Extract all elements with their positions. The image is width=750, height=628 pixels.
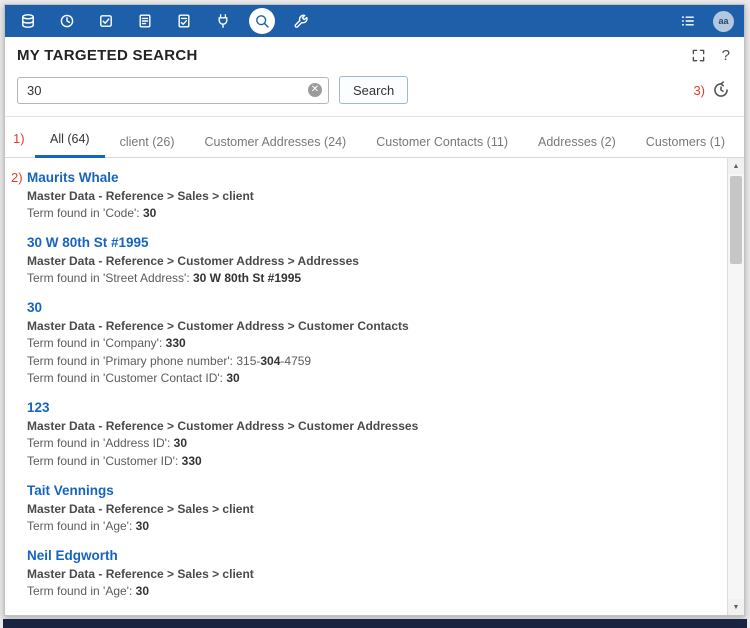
header: MY TARGETED SEARCH ? [5,37,744,70]
bottom-strip [3,619,747,628]
result-title-link[interactable]: Tait Vennings [27,483,114,498]
scroll-up-button[interactable]: ▲ [728,158,744,174]
search-result: Tait Vennings Master Data - Reference > S… [27,482,719,535]
clock-button[interactable] [54,8,80,34]
search-icon [254,13,270,29]
result-match: Term found in 'Street Address': 30 W 80t… [27,270,719,287]
note-check-button[interactable] [171,8,197,34]
wrench-icon [293,13,309,29]
annotation-2: 2) [11,170,23,185]
search-result: Neil Edgworth Master Data - Reference > S… [27,547,719,600]
notes-button[interactable] [132,8,158,34]
result-match: Term found in 'Code': 30 [27,205,719,222]
page-title: MY TARGETED SEARCH [17,47,198,64]
log-list-button[interactable] [675,8,701,34]
search-bar: ✕ Search 3) [5,70,744,117]
result-match: Term found in 'Customer Contact ID': 30 [27,370,719,387]
result-title-link[interactable]: Neil Edgworth [27,548,118,563]
checkbox-button[interactable] [93,8,119,34]
avatar[interactable]: aa [713,11,734,32]
result-path: Master Data - Reference > Customer Addre… [27,418,719,435]
checkbox-icon [98,13,114,29]
result-path: Master Data - Reference > Customer Addre… [27,318,719,335]
help-button[interactable]: ? [722,47,730,64]
search-input[interactable] [17,77,329,104]
scroll-down-button[interactable]: ▼ [728,599,744,615]
list-icon [680,13,696,29]
result-path: Master Data - Reference > Sales > client [27,188,719,205]
result-title-link[interactable]: 30 [27,300,42,315]
result-path: Master Data - Reference > Sales > client [27,566,719,583]
tab-addresses-2[interactable]: Addresses (2) [523,128,631,158]
topbar-right: aa [675,8,734,34]
annotation-1: 1) [13,131,25,146]
scrollbar-thumb[interactable] [730,176,742,264]
notes-icon [137,13,153,29]
scrollbar[interactable]: ▲ ▼ [727,158,744,615]
search-result: 30 W 80th St #1995 Master Data - Referenc… [27,234,719,287]
search-right: 3) [693,81,730,99]
tab-all-64[interactable]: All (64) [35,125,105,158]
annotation-3: 3) [693,83,705,98]
search-result: Sianna AlstonMaster Data - Reference > S… [27,612,719,615]
expand-icon[interactable] [691,48,706,63]
results-list: Maurits Whale Master Data - Reference > S… [5,158,727,615]
wrench-button[interactable] [288,8,314,34]
results-area: 2) Maurits Whale Master Data - Reference … [5,158,744,615]
topbar-icons [15,8,314,34]
plug-icon [215,13,231,29]
result-match: Term found in 'Age': 30 [27,583,719,600]
result-match: Term found in 'Address ID': 30 [27,435,719,452]
search-button[interactable] [249,8,275,34]
result-path: Master Data - Reference > Sales > client [27,501,719,518]
tab-customer-addresses-24[interactable]: Customer Addresses (24) [189,128,361,158]
result-match: Term found in 'Company': 330 [27,335,719,352]
result-match: Term found in 'Primary phone number': 31… [27,353,719,370]
result-title-link[interactable]: 123 [27,400,50,415]
result-title-link[interactable]: Sianna Alston [27,613,117,615]
history-icon [712,81,730,99]
note-check-icon [176,13,192,29]
app-window: aa MY TARGETED SEARCH ? ✕ Search 3) [4,4,745,616]
search-result: 123 Master Data - Reference > Customer Ad… [27,399,719,470]
clear-search-icon[interactable]: ✕ [308,83,322,97]
result-path: Master Data - Reference > Customer Addre… [27,253,719,270]
search-result: 30 Master Data - Reference > Customer Add… [27,299,719,387]
clock-icon [59,13,75,29]
tab-customers-1[interactable]: Customers (1) [631,128,740,158]
search-input-wrap: ✕ [17,77,329,104]
tab-customer-contacts-11[interactable]: Customer Contacts (11) [361,128,523,158]
search-history-button[interactable] [712,81,730,99]
search-button[interactable]: Search [339,76,408,104]
result-tabs: 1) All (64)client (26)Customer Addresses… [5,117,744,158]
database-button[interactable] [15,8,41,34]
result-match: Term found in 'Customer ID': 330 [27,453,719,470]
database-icon [20,13,36,29]
result-match: Term found in 'Age': 30 [27,518,719,535]
topbar: aa [5,5,744,37]
tab-client-26[interactable]: client (26) [105,128,190,158]
result-title-link[interactable]: Maurits Whale [27,170,119,185]
scrollbar-track[interactable] [728,174,744,599]
search-result: Maurits Whale Master Data - Reference > S… [27,169,719,222]
result-title-link[interactable]: 30 W 80th St #1995 [27,235,149,250]
page: aa MY TARGETED SEARCH ? ✕ Search 3) [0,0,750,628]
header-actions: ? [691,47,730,64]
plug-button[interactable] [210,8,236,34]
